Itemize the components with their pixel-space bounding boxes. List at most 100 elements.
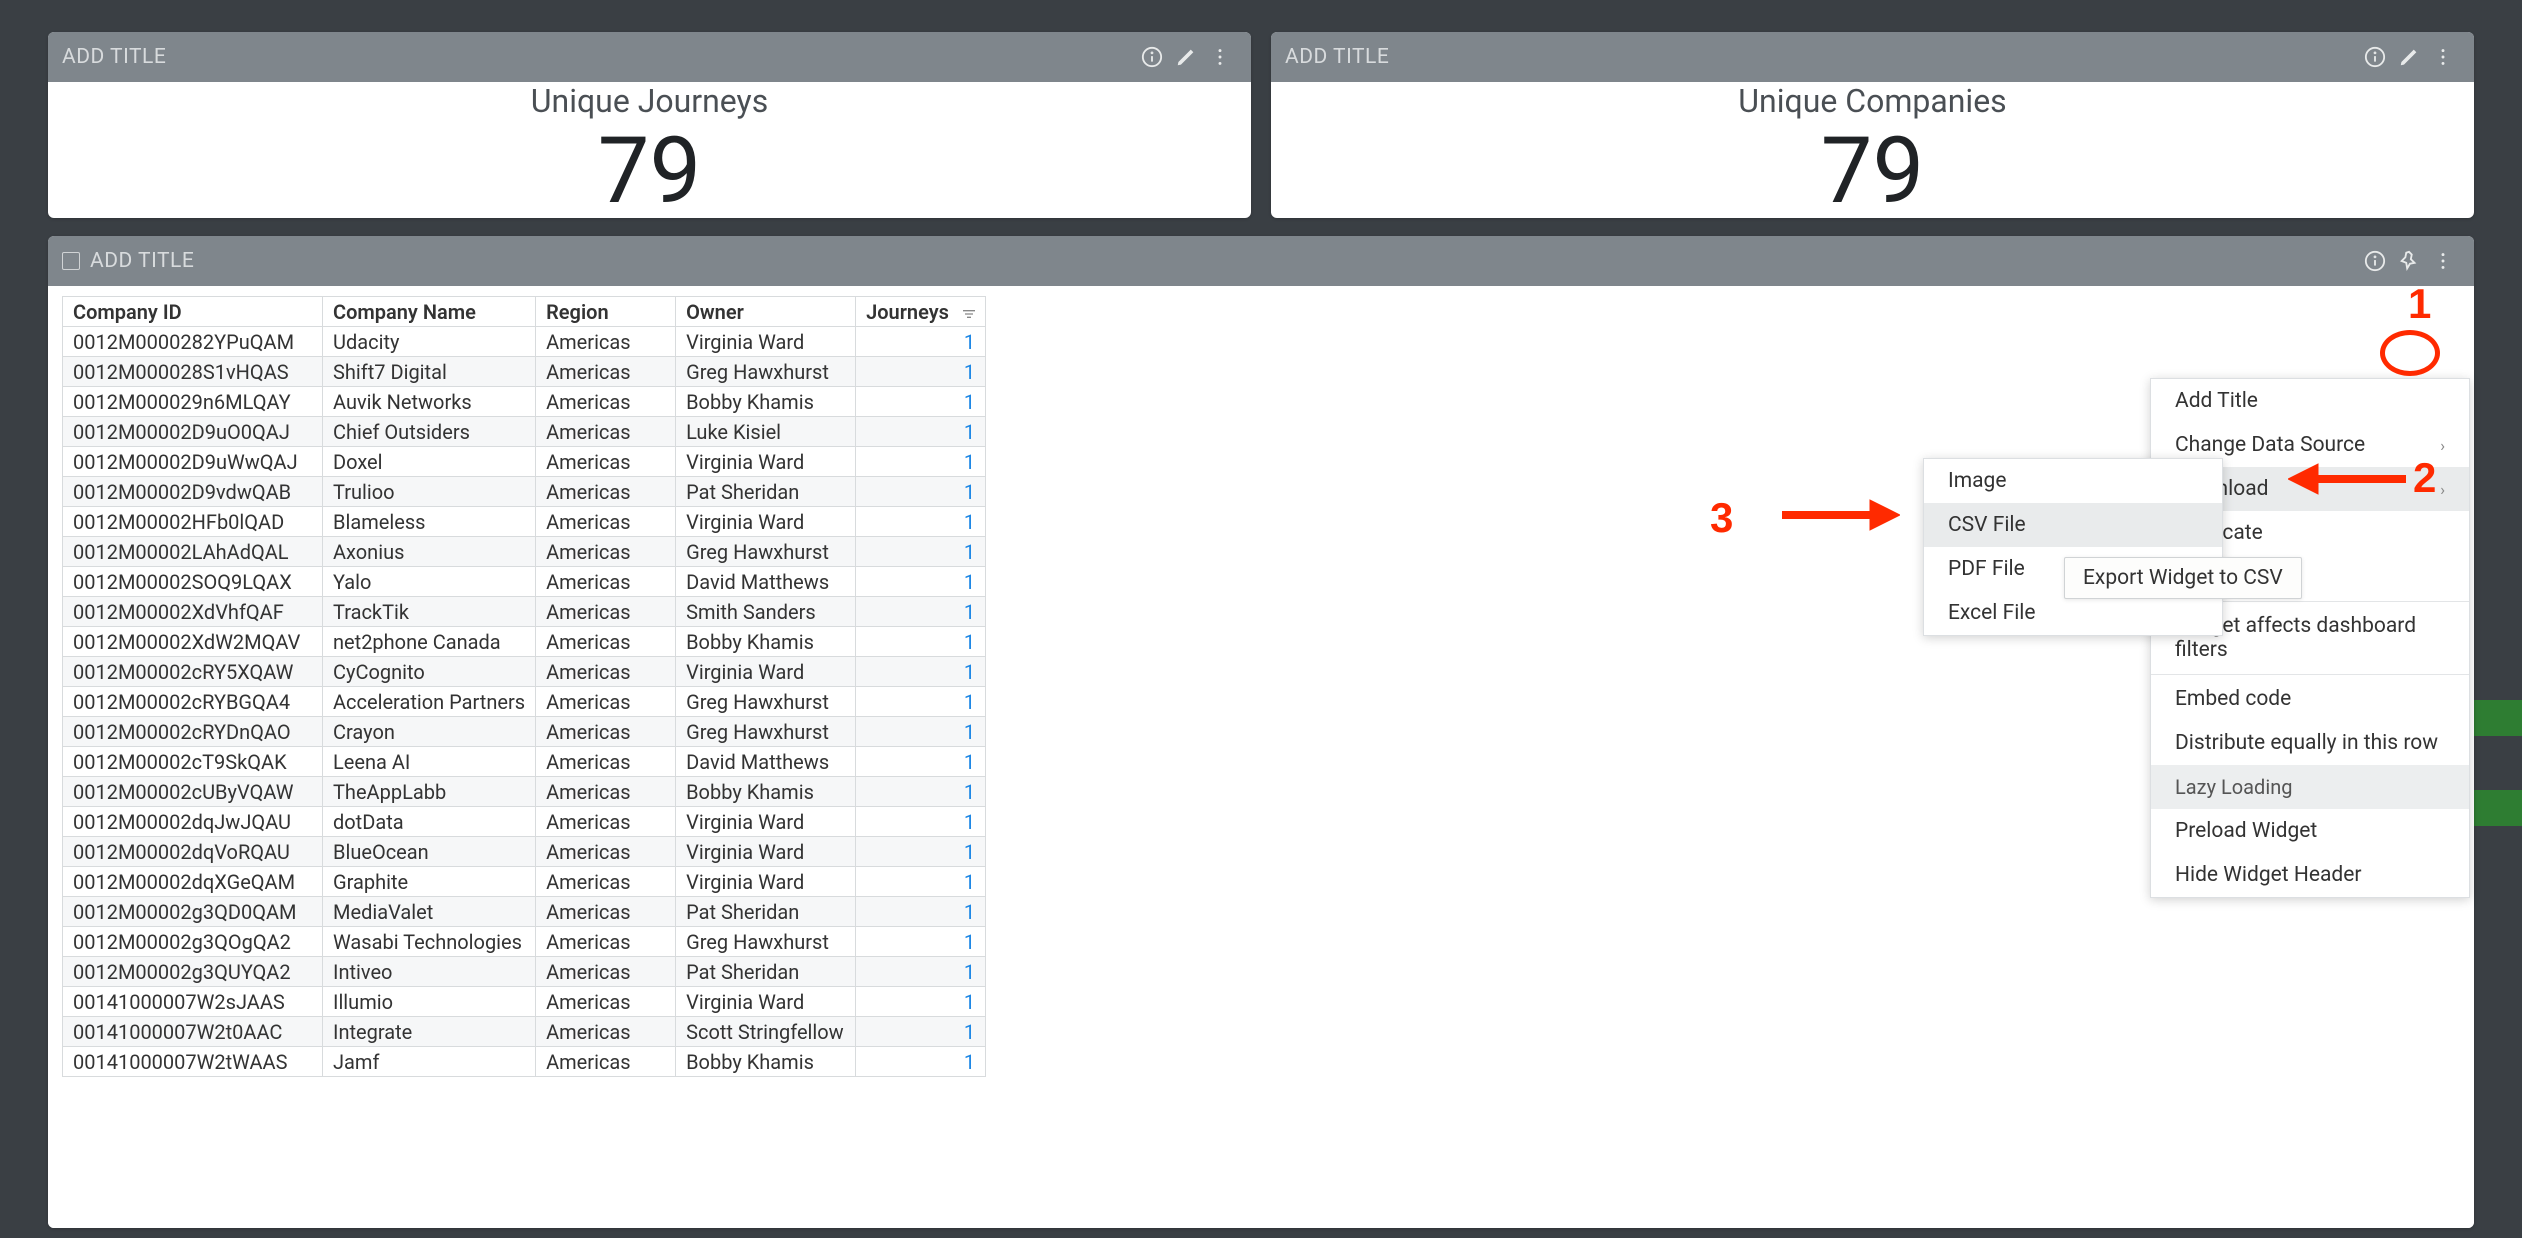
cell-journeys[interactable]: 1 xyxy=(856,1017,986,1047)
menu-download-image[interactable]: Image xyxy=(1924,459,2222,503)
menu-preload-widget[interactable]: Preload Widget xyxy=(2151,809,2469,853)
menu-distribute-equally[interactable]: Distribute equally in this row xyxy=(2151,721,2469,765)
cell-journeys[interactable]: 1 xyxy=(856,387,986,417)
cell-company-id: 0012M00002cT9SkQAK xyxy=(63,747,323,777)
cell-owner: Pat Sheridan xyxy=(676,477,856,507)
cell-journeys[interactable]: 1 xyxy=(856,867,986,897)
cell-owner: Scott Stringfellow xyxy=(676,1017,856,1047)
widget-header: ADD TITLE xyxy=(48,32,1251,82)
cell-company-id: 0012M00002g3QD0QAM xyxy=(63,897,323,927)
cell-company-id: 0012M00002cUByVQAW xyxy=(63,777,323,807)
cell-region: Americas xyxy=(536,1047,676,1077)
more-icon[interactable] xyxy=(2426,244,2460,278)
menu-download-csv[interactable]: CSV File xyxy=(1924,503,2222,547)
menu-add-title[interactable]: Add Title xyxy=(2151,379,2469,423)
col-owner[interactable]: Owner xyxy=(676,297,856,327)
annotation-arrow-3 xyxy=(1780,494,1900,546)
widget-title-placeholder[interactable]: ADD TITLE xyxy=(62,45,1135,69)
col-journeys[interactable]: Journeys xyxy=(856,297,986,327)
cell-owner: Virginia Ward xyxy=(676,987,856,1017)
cell-journeys[interactable]: 1 xyxy=(856,987,986,1017)
info-icon[interactable] xyxy=(1135,40,1169,74)
cell-journeys[interactable]: 1 xyxy=(856,627,986,657)
sort-icon[interactable] xyxy=(961,303,977,327)
widget-unique-companies: ADD TITLE Unique Companies 79 xyxy=(1271,32,2474,218)
cell-owner: Virginia Ward xyxy=(676,327,856,357)
cell-journeys[interactable]: 1 xyxy=(856,777,986,807)
table-row: 0012M0000282YPuQAMUdacityAmericasVirgini… xyxy=(63,327,986,357)
cell-journeys[interactable]: 1 xyxy=(856,717,986,747)
cell-company-name: Yalo xyxy=(323,567,536,597)
cell-company-name: Chief Outsiders xyxy=(323,417,536,447)
cell-journeys[interactable]: 1 xyxy=(856,927,986,957)
stat-body: Unique Journeys 79 xyxy=(48,82,1251,218)
cell-company-id: 0012M0000282YPuQAM xyxy=(63,327,323,357)
cell-company-id: 0012M00002dqVoRQAU xyxy=(63,837,323,867)
cell-journeys[interactable]: 1 xyxy=(856,447,986,477)
col-company-id[interactable]: Company ID xyxy=(63,297,323,327)
table-row: 00141000007W2tWAASJamfAmericasBobby Kham… xyxy=(63,1047,986,1077)
cell-journeys[interactable]: 1 xyxy=(856,357,986,387)
info-icon[interactable] xyxy=(2358,40,2392,74)
col-region[interactable]: Region xyxy=(536,297,676,327)
more-icon[interactable] xyxy=(2426,40,2460,74)
cell-journeys[interactable]: 1 xyxy=(856,657,986,687)
cell-journeys[interactable]: 1 xyxy=(856,1047,986,1077)
widget-title-placeholder[interactable]: ADD TITLE xyxy=(90,249,2358,273)
cell-company-name: net2phone Canada xyxy=(323,627,536,657)
pin-icon[interactable] xyxy=(2392,244,2426,278)
checkbox-icon[interactable] xyxy=(62,252,80,270)
cell-company-id: 0012M000028S1vHQAS xyxy=(63,357,323,387)
cell-company-id: 0012M00002HFb0lQAD xyxy=(63,507,323,537)
col-company-name[interactable]: Company Name xyxy=(323,297,536,327)
cell-company-id: 0012M00002D9uO0QAJ xyxy=(63,417,323,447)
cell-journeys[interactable]: 1 xyxy=(856,807,986,837)
info-icon[interactable] xyxy=(2358,244,2392,278)
cell-owner: Pat Sheridan xyxy=(676,957,856,987)
cell-journeys[interactable]: 1 xyxy=(856,837,986,867)
cell-company-name: Acceleration Partners xyxy=(323,687,536,717)
cell-journeys[interactable]: 1 xyxy=(856,537,986,567)
cell-journeys[interactable]: 1 xyxy=(856,477,986,507)
table-row: 00141000007W2sJAASIllumioAmericasVirgini… xyxy=(63,987,986,1017)
menu-hide-widget-header[interactable]: Hide Widget Header xyxy=(2151,853,2469,897)
cell-company-id: 0012M000029n6MLQAY xyxy=(63,387,323,417)
data-table: Company ID Company Name Region Owner Jou… xyxy=(62,296,986,1077)
cell-region: Americas xyxy=(536,987,676,1017)
table-row: 00141000007W2t0AACIntegrateAmericasScott… xyxy=(63,1017,986,1047)
cell-journeys[interactable]: 1 xyxy=(856,897,986,927)
table-row: 0012M00002dqJwJQAUdotDataAmericasVirgini… xyxy=(63,807,986,837)
cell-company-id: 0012M00002D9uWwQAJ xyxy=(63,447,323,477)
widget-title-placeholder[interactable]: ADD TITLE xyxy=(1285,45,2358,69)
table-row: 0012M00002D9vdwQABTruliooAmericasPat She… xyxy=(63,477,986,507)
cell-journeys[interactable]: 1 xyxy=(856,327,986,357)
cell-journeys[interactable]: 1 xyxy=(856,747,986,777)
menu-embed-code[interactable]: Embed code xyxy=(2151,677,2469,721)
cell-company-id: 0012M00002g3QUYQA2 xyxy=(63,957,323,987)
cell-company-name: Blameless xyxy=(323,507,536,537)
cell-journeys[interactable]: 1 xyxy=(856,507,986,537)
cell-region: Americas xyxy=(536,597,676,627)
cell-journeys[interactable]: 1 xyxy=(856,417,986,447)
table-row: 0012M000029n6MLQAYAuvik NetworksAmericas… xyxy=(63,387,986,417)
cell-company-name: Shift7 Digital xyxy=(323,357,536,387)
cell-region: Americas xyxy=(536,717,676,747)
cell-region: Americas xyxy=(536,1017,676,1047)
cell-journeys[interactable]: 1 xyxy=(856,957,986,987)
cell-owner: David Matthews xyxy=(676,747,856,777)
cell-journeys[interactable]: 1 xyxy=(856,567,986,597)
cell-journeys[interactable]: 1 xyxy=(856,687,986,717)
pencil-icon[interactable] xyxy=(1169,40,1203,74)
pencil-icon[interactable] xyxy=(2392,40,2426,74)
cell-company-id: 00141000007W2tWAAS xyxy=(63,1047,323,1077)
cell-company-id: 00141000007W2t0AAC xyxy=(63,1017,323,1047)
cell-company-name: Graphite xyxy=(323,867,536,897)
cell-journeys[interactable]: 1 xyxy=(856,597,986,627)
cell-company-id: 0012M00002cRY5XQAW xyxy=(63,657,323,687)
annotation-arrow-2 xyxy=(2288,458,2408,510)
table-row: 0012M00002HFb0lQADBlamelessAmericasVirgi… xyxy=(63,507,986,537)
cell-region: Americas xyxy=(536,687,676,717)
cell-region: Americas xyxy=(536,957,676,987)
more-icon[interactable] xyxy=(1203,40,1237,74)
cell-region: Americas xyxy=(536,327,676,357)
